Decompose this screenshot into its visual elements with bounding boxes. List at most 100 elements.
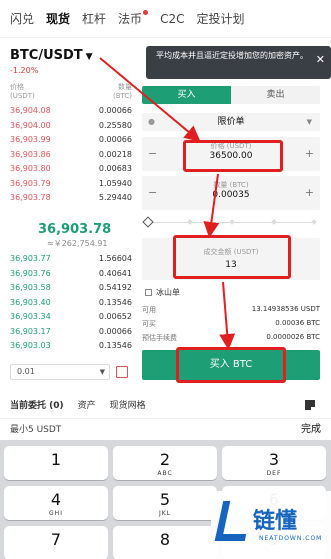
- row-qty: 0.25580: [98, 120, 132, 130]
- caret-down-icon: ▼: [85, 52, 93, 62]
- key-letters: DEF: [266, 470, 282, 477]
- row-price: 36,903.40: [10, 297, 51, 307]
- orderbook-layout-icon[interactable]: [116, 366, 128, 378]
- iceberg-checkbox[interactable]: 冰山单: [145, 287, 180, 298]
- key-1[interactable]: 1: [4, 446, 108, 480]
- row-qty: 1.05940: [98, 178, 132, 188]
- sell-tab[interactable]: 卖出: [231, 86, 320, 104]
- quantity-label: 数量 (BTC): [213, 181, 249, 189]
- row-qty: 0.40641: [98, 268, 132, 278]
- key-4[interactable]: 4 GHI: [4, 486, 108, 520]
- key-digit: 8: [159, 530, 171, 549]
- watermark-text: 链懂: [253, 509, 298, 534]
- fee-row: 预估手续费 0.0000026 BTC: [142, 333, 320, 343]
- key-digit: 3: [268, 450, 280, 469]
- keyboard-toolbar: 最小5 USDT 完成: [0, 418, 331, 440]
- tab-c2c[interactable]: C2C: [160, 12, 184, 26]
- key-5[interactable]: 5 JKL: [113, 486, 217, 520]
- plus-icon[interactable]: +: [305, 186, 314, 199]
- row-price: 36,903.76: [10, 268, 51, 278]
- row-price: 36,903.80: [10, 164, 51, 173]
- highlight-box: [173, 235, 291, 279]
- slider-mark: [271, 219, 277, 225]
- mid-fiat-price: ≈￥262,754.91: [47, 239, 108, 248]
- row-price: 36,904.00: [10, 120, 51, 130]
- tooltip-text: 平均成本并且逼近定投增加您的加密资产。: [156, 51, 308, 60]
- buy-sell-toggle: 买入 卖出: [142, 86, 320, 104]
- bid-row[interactable]: 36,903.77 1.56604: [10, 252, 132, 267]
- logo-mark-icon: [214, 501, 254, 541]
- row-price: 36,903.99: [10, 135, 51, 144]
- row-qty: 0.54192: [98, 283, 132, 292]
- top-tabs: 闪兑 现货 杠杆 法币 C2C 定投计划: [0, 0, 331, 38]
- available-value: 13.14938536 USDT: [251, 305, 320, 313]
- highlight-box: [183, 140, 283, 172]
- tab-flash-swap[interactable]: 闪兑: [10, 10, 34, 27]
- row-price: 36,903.86: [10, 149, 51, 159]
- key-2[interactable]: 2 ABC: [113, 446, 217, 480]
- row-price: 36,903.79: [10, 178, 51, 188]
- order-type-select[interactable]: ● 限价单 ▼: [142, 113, 320, 131]
- tab-recurring-plan[interactable]: 定投计划: [196, 10, 244, 27]
- orders-tabs: 当前委托 (0) 资产 现货网格: [10, 398, 321, 411]
- pair-selector[interactable]: BTC/USDT ▼: [10, 48, 93, 63]
- bid-row[interactable]: 36,903.40 0.13546: [10, 296, 132, 311]
- ask-row[interactable]: 36,903.80 0.00683: [10, 162, 132, 177]
- ask-row[interactable]: 36,903.78 5.29440: [10, 191, 132, 206]
- key-digit: 5: [159, 490, 171, 509]
- row-price: 36,903.77: [10, 254, 51, 263]
- slider-mark: [187, 219, 193, 225]
- percentage-slider[interactable]: [142, 216, 317, 228]
- row-qty: 5.29440: [98, 193, 132, 202]
- key-8[interactable]: 8: [113, 526, 217, 559]
- bid-row[interactable]: 36,903.76 0.40641: [10, 267, 132, 282]
- min-amount-hint: 最小5 USDT: [10, 425, 62, 435]
- slider-mark: [229, 219, 235, 225]
- key-digit: 2: [159, 450, 171, 469]
- row-qty: 0.00066: [98, 326, 132, 336]
- ask-row[interactable]: 36,903.99 0.00066: [10, 133, 132, 148]
- info-icon: ●: [148, 117, 155, 126]
- available-row: 可用 13.14938536 USDT: [142, 305, 320, 315]
- tab-fiat[interactable]: 法币: [118, 10, 149, 27]
- row-qty: 0.00218: [98, 149, 132, 159]
- mid-price: 36,903.78: [38, 222, 112, 237]
- price-change: -1.20%: [10, 66, 39, 75]
- bid-row[interactable]: 36,903.58 0.54192: [10, 281, 132, 296]
- buyable-label: 可买: [142, 320, 156, 328]
- orderbook-bids: 36,903.77 1.56604 36,903.76 0.40641 36,903.5…: [10, 252, 132, 354]
- tab-assets[interactable]: 资产: [78, 398, 96, 411]
- orderbook-asks: 36,904.08 0.00066 36,904.00 0.25580 36,903.9…: [10, 104, 132, 206]
- key-7[interactable]: 7: [4, 526, 108, 559]
- quantity-field[interactable]: − 数量 (BTC) 0.00035 +: [142, 176, 320, 210]
- bid-row[interactable]: 36,903.03 0.13546: [10, 339, 132, 354]
- tab-spot-grid[interactable]: 现货网格: [110, 398, 146, 411]
- highlight-box: [176, 347, 286, 383]
- row-price: 36,903.03: [10, 341, 51, 350]
- pair-label: BTC/USDT: [10, 48, 83, 63]
- ask-row[interactable]: 36,904.00 0.25580: [10, 119, 132, 134]
- ask-row[interactable]: 36,903.79 1.05940: [10, 177, 132, 192]
- bid-row[interactable]: 36,903.34 0.00652: [10, 310, 132, 325]
- row-qty: 0.00683: [98, 164, 132, 173]
- key-digit: 4: [50, 490, 62, 509]
- tab-spot[interactable]: 现货: [46, 10, 70, 27]
- bid-row[interactable]: 36,903.17 0.00066: [10, 325, 132, 340]
- tab-margin[interactable]: 杠杆: [82, 10, 106, 27]
- precision-select[interactable]: 0.01 ▼: [10, 364, 110, 380]
- fee-value: 0.0000026 BTC: [266, 333, 320, 341]
- tab-open-orders[interactable]: 当前委托 (0): [10, 398, 64, 411]
- row-price: 36,903.78: [10, 193, 51, 202]
- buy-tab[interactable]: 买入: [142, 86, 231, 104]
- watermark-logo: 链懂 NEATDOWN.COM: [211, 491, 331, 559]
- buyable-row: 可买 0.00036 BTC: [142, 319, 320, 329]
- done-button[interactable]: 完成: [301, 419, 321, 441]
- close-icon[interactable]: ✕: [316, 54, 325, 66]
- plus-icon[interactable]: +: [305, 147, 314, 160]
- ask-row[interactable]: 36,903.86 0.00218: [10, 148, 132, 163]
- key-digit: 7: [50, 530, 62, 549]
- ask-row[interactable]: 36,904.08 0.00066: [10, 104, 132, 119]
- slider-handle[interactable]: [142, 216, 154, 228]
- key-letters: GHI: [49, 510, 63, 517]
- key-3[interactable]: 3 DEF: [222, 446, 326, 480]
